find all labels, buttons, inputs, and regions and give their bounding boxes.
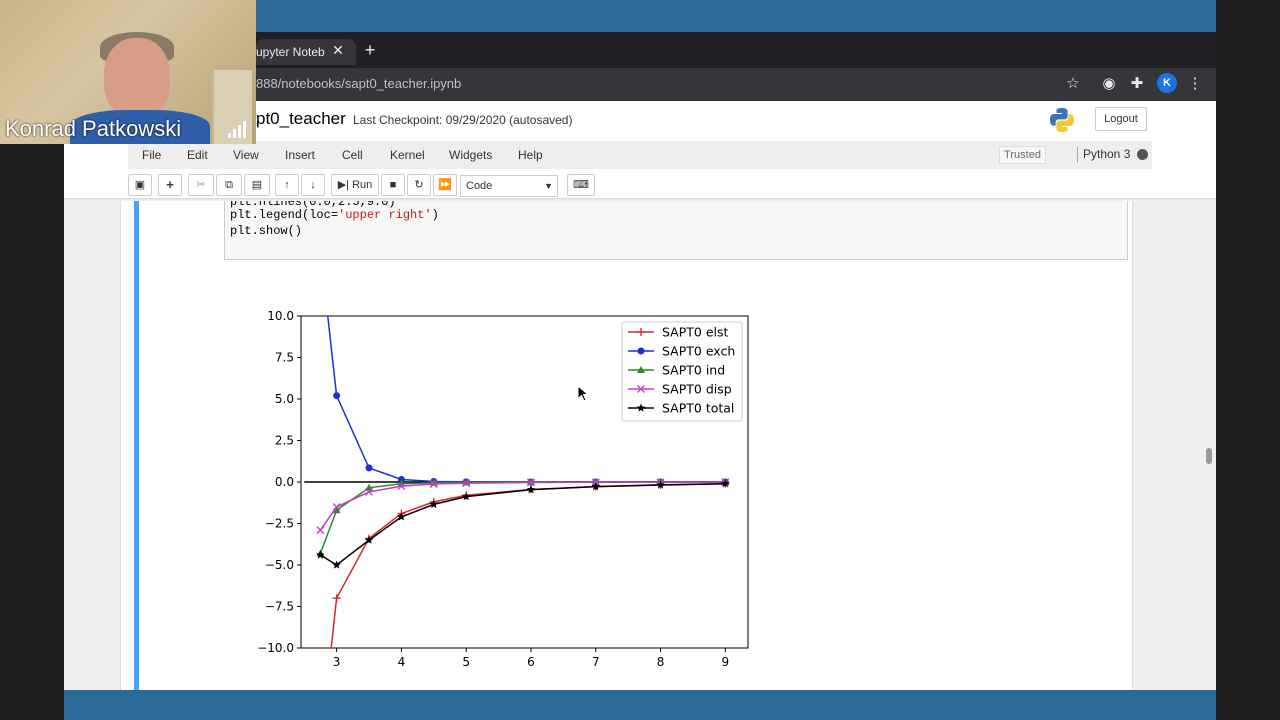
- menu-help[interactable]: Help: [518, 148, 543, 162]
- save-icon[interactable]: ▣: [128, 174, 152, 196]
- new-tab-button[interactable]: +: [360, 40, 380, 61]
- code-line-2-prefix: plt.legend(loc=: [230, 208, 339, 222]
- y-tick-label: 0.0: [275, 475, 294, 489]
- move-down-icon[interactable]: ↓: [301, 174, 325, 196]
- y-tick-label: −2.5: [265, 517, 294, 531]
- mouse-cursor-icon: [577, 385, 589, 402]
- cell-type-value: Code: [466, 180, 493, 192]
- chevron-down-icon: ▼: [544, 181, 553, 191]
- x-tick-label: 7: [592, 655, 600, 669]
- x-tick-label: 4: [398, 655, 406, 669]
- stop-icon[interactable]: ■: [381, 174, 405, 196]
- run-icon: ▶|: [337, 179, 353, 191]
- notebook-title[interactable]: pt0_teacher: [256, 109, 346, 129]
- kernel-name[interactable]: Python 3: [1083, 147, 1130, 161]
- webcam-participant-name: Konrad Patkowski: [5, 116, 182, 141]
- logout-button[interactable]: Logout: [1095, 107, 1147, 131]
- code-line-3: plt.show(): [230, 224, 303, 238]
- y-tick-label: 2.5: [275, 434, 294, 448]
- cut-icon[interactable]: ✂: [188, 174, 214, 196]
- restart-icon[interactable]: ↻: [407, 174, 431, 196]
- menu-insert[interactable]: Insert: [285, 148, 315, 162]
- extension-record-icon[interactable]: ◉: [1098, 73, 1120, 95]
- y-tick-label: 5.0: [275, 392, 294, 406]
- checkpoint-status: Last Checkpoint: 09/29/2020 (autosaved): [353, 113, 573, 127]
- menu-kernel[interactable]: Kernel: [390, 148, 425, 162]
- menu-cell[interactable]: Cell: [342, 148, 363, 162]
- menu-file[interactable]: File: [142, 148, 161, 162]
- code-line-2-suffix: ): [431, 208, 439, 222]
- code-cell-input[interactable]: plt.hlines(0.0,2.5,9.0) plt.legend(loc='…: [224, 201, 1128, 260]
- x-tick-label: 3: [333, 655, 341, 669]
- x-tick-label: 8: [657, 655, 665, 669]
- trusted-indicator[interactable]: Trusted: [999, 146, 1046, 164]
- kernel-separator: [1077, 147, 1078, 163]
- menu-view[interactable]: View: [233, 148, 259, 162]
- legend-label-sapt0-disp: SAPT0 disp: [662, 382, 732, 397]
- plot-output: 3 4 5 6 7 8 9 10.0 7.5 5.0 2.5 0.0 −2.5 −5.0 −7.5 −10.0…: [257, 309, 749, 669]
- code-line-2: plt.legend(loc='upper right'): [230, 208, 439, 222]
- paste-icon[interactable]: ▤: [244, 174, 270, 196]
- command-palette-icon[interactable]: ⌨: [567, 174, 595, 196]
- code-line-2-string: 'upper right': [338, 208, 432, 222]
- run-label: Run: [352, 179, 373, 191]
- move-up-icon[interactable]: ↑: [275, 174, 299, 196]
- insert-cell-icon[interactable]: +: [158, 174, 182, 196]
- restart-run-all-icon[interactable]: ⏩: [433, 174, 457, 196]
- tab-title[interactable]: upyter Noteb: [256, 45, 326, 59]
- x-tick-label: 6: [527, 655, 535, 669]
- legend-label-sapt0-total: SAPT0 total: [662, 401, 734, 416]
- legend-label-sapt0-ind: SAPT0 ind: [662, 363, 725, 378]
- plot-legend: SAPT0 elst SAPT0 exch SAPT0 ind SAPT0 disp S…: [621, 321, 743, 422]
- audio-level-icon: [228, 120, 252, 138]
- screen-right-border: [1216, 0, 1280, 720]
- browser-menu-icon[interactable]: ⋮: [1184, 73, 1206, 95]
- scrollbar-thumb[interactable]: [1206, 448, 1212, 464]
- legend-label-sapt0-exch: SAPT0 exch: [662, 344, 735, 359]
- y-tick-label: −10.0: [257, 641, 294, 655]
- cell-type-select[interactable]: Code ▼: [460, 175, 558, 197]
- webcam-video: Konrad Patkowski: [0, 0, 256, 144]
- legend-label-sapt0-elst: SAPT0 elst: [662, 325, 728, 340]
- tab-close-icon[interactable]: ✕: [330, 42, 346, 59]
- python-logo-icon: [1050, 108, 1074, 132]
- bookmark-star-icon[interactable]: ☆: [1062, 73, 1084, 95]
- point-sapt0-exch: [365, 464, 373, 472]
- run-button[interactable]: ▶| Run: [331, 174, 379, 196]
- copy-icon[interactable]: ⧉: [216, 174, 242, 196]
- selected-cell-indicator: [134, 201, 139, 690]
- kernel-status-icon: [1137, 149, 1148, 160]
- webcam-person-face: [104, 38, 170, 118]
- extensions-puzzle-icon[interactable]: ✚: [1126, 73, 1148, 95]
- menu-edit[interactable]: Edit: [187, 148, 208, 162]
- address-bar[interactable]: 888/notebooks/sapt0_teacher.ipynb: [256, 76, 461, 91]
- x-tick-label: 9: [722, 655, 730, 669]
- menu-widgets[interactable]: Widgets: [449, 148, 492, 162]
- desktop-bottom-band: [64, 690, 1216, 720]
- legend-marker-sapt0-exch: [637, 347, 645, 355]
- y-tick-label: 7.5: [275, 351, 294, 365]
- profile-avatar[interactable]: K: [1157, 73, 1177, 93]
- x-tick-label: 5: [462, 655, 470, 669]
- y-tick-label: 10.0: [267, 309, 294, 323]
- y-tick-label: −7.5: [265, 600, 294, 614]
- y-tick-label: −5.0: [265, 558, 294, 572]
- point-sapt0-exch: [333, 392, 341, 400]
